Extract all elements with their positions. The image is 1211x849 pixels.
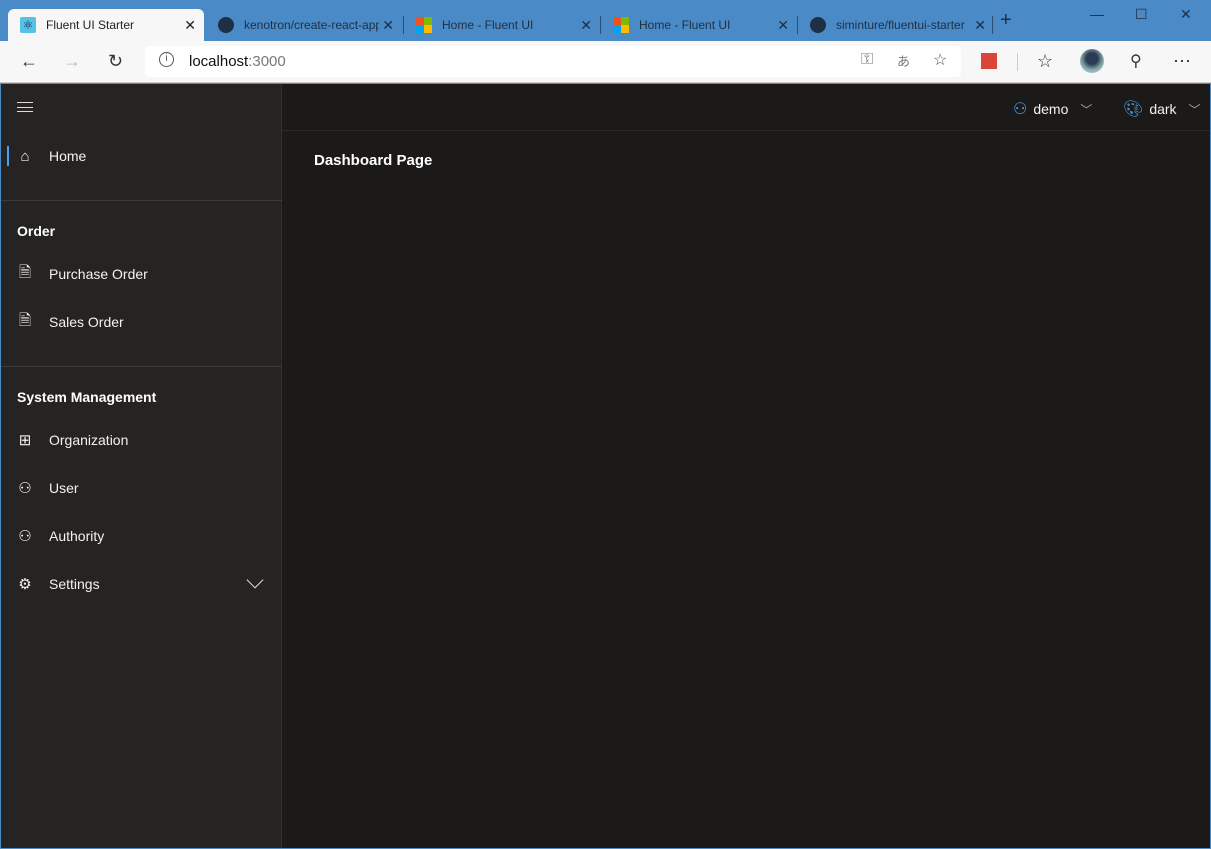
chevron-down-icon: ﹀ — [1188, 102, 1201, 117]
microsoft-icon — [416, 17, 432, 33]
hamburger-menu-icon[interactable] — [17, 102, 33, 112]
profile-avatar[interactable] — [1080, 49, 1104, 73]
user-menu-button[interactable]: ⚇ demo ﹀ — [1013, 99, 1092, 119]
back-button[interactable]: ← — [20, 51, 38, 72]
info-icon[interactable]: i — [159, 52, 174, 67]
sidebar-item-user[interactable]: ⚇ User — [1, 468, 282, 508]
close-window-button[interactable]: ✕ — [1180, 6, 1192, 23]
user-lock-icon: ⚇ — [18, 528, 32, 545]
github-icon — [810, 17, 826, 33]
header: ⚇ demo ﹀ 🎨︎ dark ﹀ — [282, 84, 1210, 131]
tab-home-fluent-ui[interactable]: Home - Fluent UI ✕ — [404, 9, 600, 41]
gear-icon: ⚙ — [18, 576, 32, 593]
user-info-icon: ⚇ — [1013, 101, 1028, 118]
forward-button[interactable]: → — [63, 51, 81, 72]
page-title: Dashboard Page — [314, 152, 433, 169]
user-icon: ⚇ — [18, 480, 32, 497]
tab-kenotron[interactable]: kenotron/create-react-app ✕ — [206, 9, 402, 41]
sidebar-item-authority[interactable]: ⚇ Authority — [1, 516, 282, 556]
close-tab-icon[interactable]: ✕ — [382, 17, 394, 34]
browser-titlebar: ⚛ Fluent UI Starter ✕ kenotron/create-re… — [0, 0, 1211, 41]
group-system-management: System Management — [17, 389, 157, 405]
close-tab-icon[interactable]: ✕ — [184, 17, 196, 34]
add-favorite-icon[interactable]: ☆ — [933, 50, 947, 70]
palette-icon: 🎨︎ — [1123, 101, 1144, 118]
tab-fluent-ui-starter[interactable]: ⚛ Fluent UI Starter ✕ — [8, 9, 204, 41]
maximize-button[interactable]: ☐ — [1135, 6, 1148, 23]
tab-siminture[interactable]: siminture/fluentui-starter ✕ — [798, 9, 994, 41]
chevron-down-icon: ﹀ — [1080, 102, 1093, 117]
document-icon: 🗎 — [18, 311, 32, 329]
tab-home-fluent-ui-2[interactable]: Home - Fluent UI ✕ — [601, 9, 797, 41]
feedback-icon[interactable]: ⚲ — [1130, 51, 1142, 71]
sidebar: ⌂ Home Order 🗎 Purchase Order 🗎 Sales Order… — [1, 84, 282, 848]
sidebar-item-sales-order[interactable]: 🗎 Sales Order — [1, 302, 282, 342]
microsoft-icon — [613, 17, 629, 33]
more-menu-button[interactable]: ⋯ — [1173, 51, 1191, 72]
address-bar[interactable]: i localhost:3000 ⚿ あ ☆ — [145, 46, 961, 77]
chevron-down-icon[interactable] — [246, 571, 264, 589]
new-tab-button[interactable]: + — [1000, 9, 1012, 32]
refresh-button[interactable]: ↻ — [108, 51, 123, 72]
org-chart-icon: ⊞ — [18, 432, 32, 449]
close-tab-icon[interactable]: ✕ — [974, 17, 986, 34]
favorites-icon[interactable]: ☆ — [1037, 51, 1053, 72]
theme-menu-button[interactable]: 🎨︎ dark ﹀ — [1123, 99, 1201, 119]
translate-icon[interactable]: あ — [897, 51, 910, 70]
key-icon[interactable]: ⚿ — [861, 51, 873, 69]
react-icon: ⚛ — [20, 17, 36, 33]
sidebar-item-purchase-order[interactable]: 🗎 Purchase Order — [1, 254, 282, 294]
minimize-button[interactable]: — — [1090, 6, 1104, 22]
close-tab-icon[interactable]: ✕ — [777, 17, 789, 34]
sidebar-item-organization[interactable]: ⊞ Organization — [1, 420, 282, 460]
react-devtools-extension-icon[interactable] — [981, 53, 997, 69]
sidebar-item-home[interactable]: ⌂ Home — [1, 136, 282, 176]
app: ⌂ Home Order 🗎 Purchase Order 🗎 Sales Order… — [1, 84, 1210, 848]
close-tab-icon[interactable]: ✕ — [580, 17, 592, 34]
browser-toolbar: ← → ↻ i localhost:3000 ⚿ あ ☆ ☆ ⚲ ⋯ — [0, 41, 1211, 83]
github-icon — [218, 17, 234, 33]
group-order: Order — [17, 223, 56, 239]
sidebar-item-settings[interactable]: ⚙ Settings — [1, 564, 282, 604]
document-icon: 🗎 — [18, 263, 32, 281]
